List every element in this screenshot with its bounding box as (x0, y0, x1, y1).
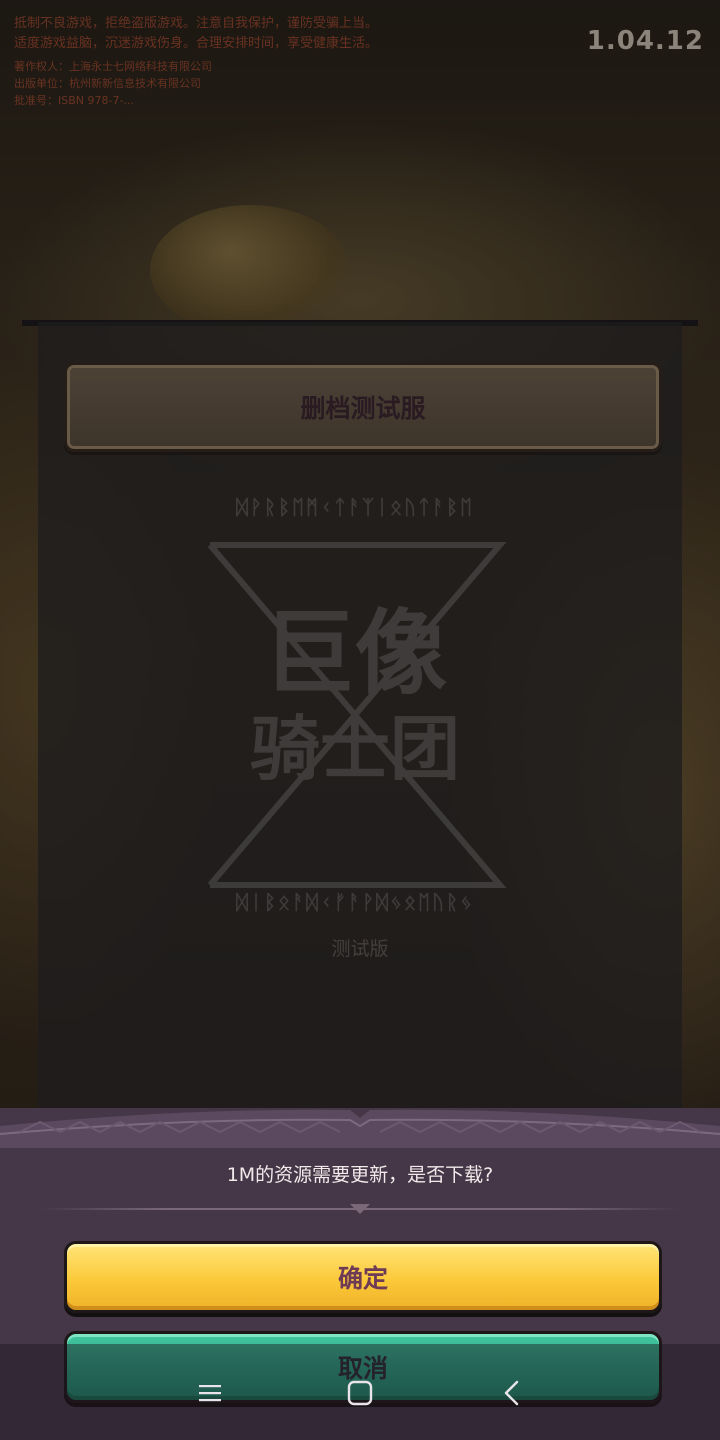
menu-icon[interactable] (190, 1376, 230, 1410)
logo-runes-top: ᛞᚹᚱᛒᛖᛗᚲᛏᚨᛉᛁᛟᚢᛏᚨᛒᛖ (236, 495, 474, 519)
notice-line: 抵制不良游戏，拒绝盗版游戏。注意自我保护，谨防受骗上当。 (14, 16, 379, 31)
confirm-button[interactable]: 确定 (64, 1241, 662, 1313)
server-title: 删档测试服 (300, 394, 426, 423)
notice-small-line: 出版单位：杭州新新信息技术有限公司 (14, 77, 201, 90)
notice-line: 适度游戏益脑，沉迷游戏伤身。合理安排时间，享受健康生活。 (14, 36, 379, 51)
test-version-label: 测试版 (331, 938, 389, 960)
version-label: 1.04.12 (586, 26, 704, 56)
divider-notch (350, 1204, 370, 1214)
game-logo-watermark: ᛞᚹᚱᛒᛖᛗᚲᛏᚨᛉᛁᛟᚢᛏᚨᛒᛖ 巨像 骑士团 ᛞᛁᛒᛟᚨᛞᚲᚠᚨᚹᛞᛃᛟᛖᚢ… (200, 495, 510, 925)
update-message: 1M的资源需要更新，是否下载? (226, 1164, 494, 1186)
health-notice: 抵制不良游戏，拒绝盗版游戏。注意自我保护，谨防受骗上当。 适度游戏益脑，沉迷游戏… (14, 14, 534, 109)
notice-small-line: 批准号：ISBN 978-7-... (14, 94, 134, 107)
notice-small-line: 著作权人：上海永士七网络科技有限公司 (14, 60, 212, 73)
home-icon[interactable] (340, 1376, 380, 1410)
logo-runes-bottom: ᛞᛁᛒᛟᚨᛞᚲᚠᚨᚹᛞᛃᛟᛖᚢᚱᛃ (236, 890, 474, 914)
back-icon[interactable] (492, 1376, 532, 1410)
server-title-plate: 删档测试服 (64, 362, 662, 452)
dialog-ornament-border (0, 1109, 720, 1148)
logo-frame-icon (207, 542, 507, 888)
